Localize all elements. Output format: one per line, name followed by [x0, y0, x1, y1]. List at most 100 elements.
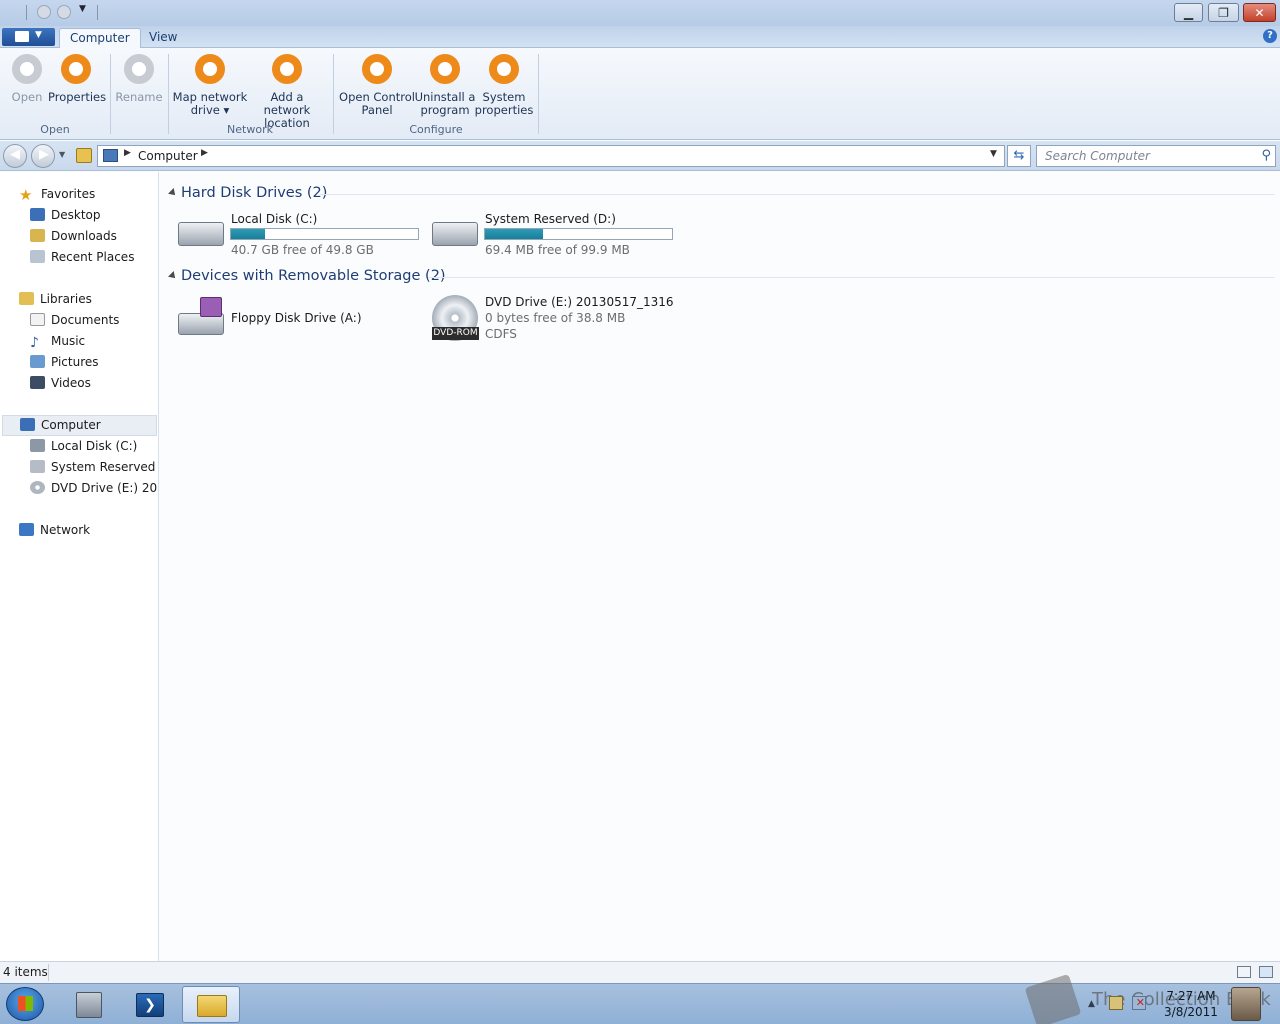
hard-disk-windows-icon [178, 222, 224, 246]
nav-documents-label: Documents [51, 313, 120, 327]
drive-system-reserved-d[interactable]: System Reserved (D:) 69.4 MB free of 99.… [429, 212, 679, 260]
address-dropdown-icon[interactable]: ▼ [990, 149, 997, 159]
nav-dvd-drive-e[interactable]: DVD Drive (E:) 20130 [30, 479, 158, 498]
refresh-button[interactable]: ⇆ [1007, 145, 1031, 167]
chevron-right-icon[interactable]: ▶ [124, 148, 131, 158]
nav-libraries[interactable]: Libraries [19, 290, 92, 309]
tab-view[interactable]: View [139, 28, 187, 49]
taskbar-server-manager[interactable] [60, 986, 118, 1023]
chevron-right-icon[interactable]: ▶ [201, 148, 208, 158]
computer-icon [103, 149, 118, 162]
system-properties-icon [489, 54, 519, 84]
nav-music[interactable]: ♪ Music [30, 332, 85, 351]
group-separator [333, 54, 334, 134]
rename-icon [124, 54, 154, 84]
nav-computer[interactable]: Computer [2, 415, 157, 436]
dvd-rom-badge: DVD-ROM [432, 327, 479, 340]
address-bar[interactable]: ▶ Computer ▶ ▼ [97, 145, 1005, 167]
collapse-icon[interactable] [168, 271, 178, 281]
nav-dvd-label: DVD Drive (E:) 20130 [51, 481, 158, 495]
map-network-drive-label-2: drive ▾ [190, 103, 230, 117]
action-center-icon[interactable] [1109, 996, 1123, 1010]
add-network-location-button[interactable]: Add a network location [246, 54, 328, 130]
details-view-icon[interactable] [1237, 966, 1251, 978]
breadcrumb-computer[interactable]: Computer [138, 149, 198, 163]
open-button[interactable]: Open [6, 54, 48, 104]
group-header-hard-disks[interactable]: Hard Disk Drives (2) [181, 185, 327, 201]
nav-desktop[interactable]: Desktop [30, 206, 101, 225]
help-icon[interactable]: ? [1263, 29, 1277, 43]
music-icon: ♪ [30, 335, 39, 351]
nav-videos[interactable]: Videos [30, 374, 91, 393]
clock[interactable]: 7:27 AM 3/8/2011 [1160, 988, 1222, 1020]
restore-button[interactable]: ❐ [1208, 3, 1239, 22]
nav-recent-places[interactable]: Recent Places [30, 248, 134, 267]
device-name: Floppy Disk Drive (A:) [231, 311, 362, 325]
properties-button[interactable]: Properties [48, 54, 106, 104]
search-box[interactable]: ⚲ [1036, 145, 1276, 167]
show-desktop-button[interactable] [1231, 987, 1261, 1021]
nav-downloads[interactable]: Downloads [30, 227, 117, 246]
uninstall-program-label-2: program [420, 103, 470, 117]
nav-favorites[interactable]: ★ Favorites [19, 185, 95, 204]
group-separator [168, 54, 169, 134]
minimize-button[interactable]: ▁ [1174, 3, 1203, 22]
qat-newfolder-icon[interactable] [57, 5, 71, 19]
forward-button[interactable]: ▶ [31, 144, 55, 168]
open-control-panel-button[interactable]: Open Control Panel [338, 54, 416, 117]
control-panel-icon [362, 54, 392, 84]
open-label: Open [11, 90, 43, 104]
search-icon[interactable]: ⚲ [1261, 148, 1271, 163]
nav-music-label: Music [51, 334, 86, 348]
search-input[interactable] [1037, 146, 1247, 166]
videos-icon [30, 376, 45, 389]
map-network-drive-button[interactable]: Map network drive ▾ [172, 54, 248, 117]
tab-computer[interactable]: Computer [59, 28, 141, 49]
drive-local-disk-c[interactable]: Local Disk (C:) 40.7 GB free of 49.8 GB [175, 212, 425, 260]
nav-documents[interactable]: Documents [30, 311, 119, 330]
large-icons-view-icon[interactable] [1259, 966, 1273, 978]
forward-arrow-icon: ▶ [39, 147, 49, 162]
taskbar-powershell[interactable]: ❯ [121, 986, 179, 1023]
nav-videos-label: Videos [51, 376, 91, 390]
add-network-location-icon [272, 54, 302, 84]
clock-time: 7:27 AM [1166, 989, 1216, 1003]
nav-system-reserved-d[interactable]: System Reserved (D: [30, 458, 158, 477]
system-properties-button[interactable]: System properties [474, 54, 534, 117]
ribbon: Open Properties Open Rename Map network … [0, 48, 1280, 140]
device-dvd-e[interactable]: DVD-ROM DVD Drive (E:) 20130517_1316 0 b… [429, 295, 689, 343]
back-arrow-icon: ◀ [10, 147, 20, 162]
network-icon [19, 523, 34, 536]
collapse-icon[interactable] [168, 188, 178, 198]
file-menu-button[interactable]: ▼ [2, 28, 55, 46]
group-header-removable-storage[interactable]: Devices with Removable Storage (2) [181, 268, 446, 284]
libraries-icon [19, 292, 34, 305]
show-hidden-icons[interactable]: ▲ [1088, 999, 1095, 1009]
documents-icon [30, 313, 45, 326]
group-separator [538, 54, 539, 134]
recent-locations-icon[interactable]: ▼ [59, 150, 65, 159]
network-status-icon[interactable]: ✕ [1132, 996, 1146, 1010]
refresh-icon: ⇆ [1013, 148, 1025, 163]
star-icon: ★ [19, 186, 33, 204]
windows-logo-icon [18, 996, 33, 1011]
taskbar-file-explorer[interactable] [182, 986, 240, 1023]
back-button[interactable]: ◀ [3, 144, 27, 168]
uninstall-program-button[interactable]: Uninstall a program [414, 54, 476, 117]
navigation-pane: ★ Favorites Desktop Downloads Recent Plac… [0, 172, 159, 961]
qat-properties-icon[interactable] [37, 5, 51, 19]
rename-button[interactable]: Rename [114, 54, 164, 104]
nav-local-disk-c[interactable]: Local Disk (C:) [30, 437, 158, 456]
rename-label: Rename [115, 90, 163, 104]
device-floppy-a[interactable]: Floppy Disk Drive (A:) [175, 295, 425, 343]
up-folder-icon[interactable] [76, 148, 92, 163]
status-bar: 4 items [0, 961, 1280, 983]
start-button[interactable] [6, 987, 44, 1021]
group-label-configure: Configure [409, 123, 463, 136]
powershell-icon: ❯ [136, 993, 164, 1017]
close-button[interactable]: ✕ [1243, 3, 1276, 22]
qat-dropdown-icon[interactable]: ▼ [79, 4, 86, 14]
nav-pictures[interactable]: Pictures [30, 353, 99, 372]
nav-network[interactable]: Network [19, 521, 90, 540]
nav-network-label: Network [40, 523, 91, 537]
